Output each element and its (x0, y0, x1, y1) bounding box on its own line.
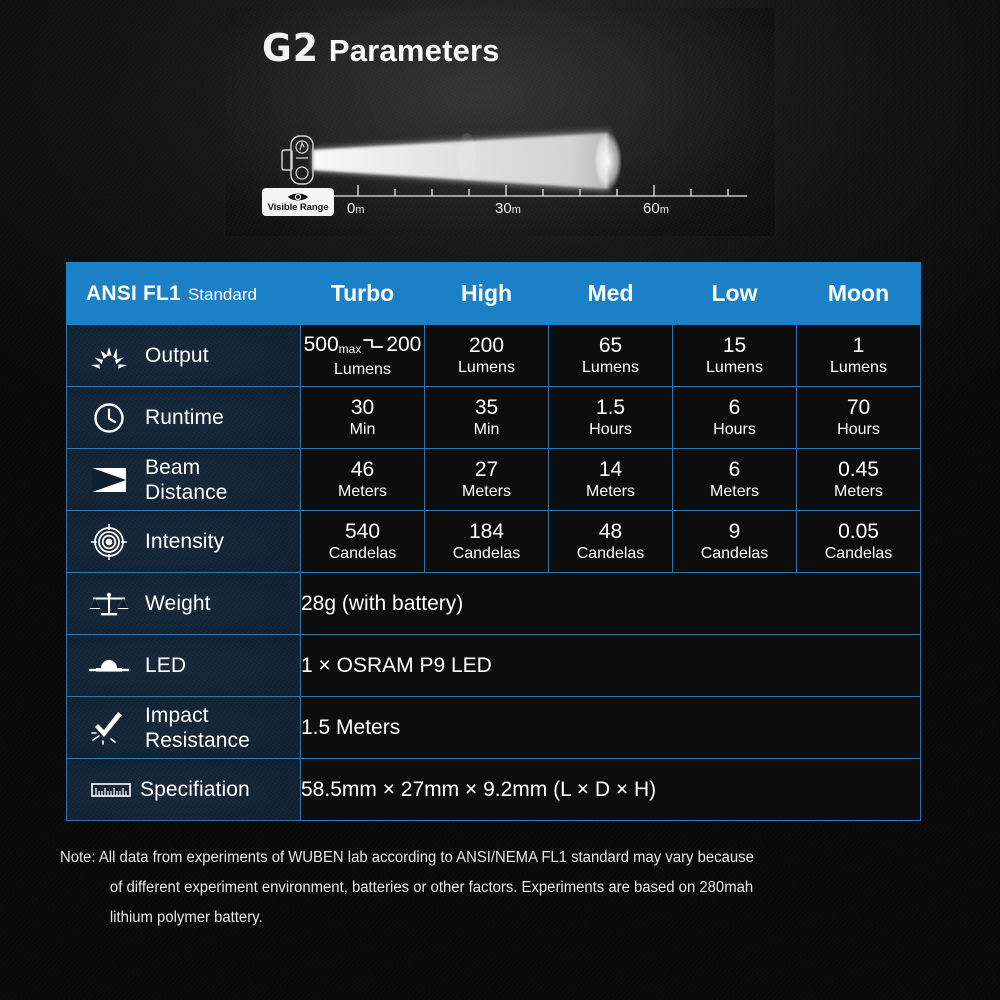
product-spec-page: G2 Parameters Visible Range 0m 30m 60m A… (0, 0, 1000, 1000)
cell-runtime-moon: 70 Hours (796, 386, 921, 449)
clock-icon (87, 400, 131, 436)
row-label-text-weight: Weight (145, 592, 211, 615)
table-row-weight: Weight 28g (with battery) (66, 572, 921, 635)
footnote: Note: All data from experiments of WUBEN… (60, 843, 905, 933)
footnote-line-2: of different experiment environment, bat… (109, 879, 754, 896)
sunburst-icon (87, 341, 131, 371)
cell-runtime-low: 6 Hours (672, 386, 797, 449)
table-row-intensity: Intensity 540 Candelas 184 Candelas 48 C… (66, 510, 921, 573)
flashlight-icon (281, 135, 314, 185)
led-icon (87, 653, 131, 679)
table-row-specification: Specifiation 58.5mm × 27mm × 9.2mm (L × … (66, 758, 921, 821)
page-title-label: Parameters (328, 33, 500, 68)
row-label-weight: Weight (66, 572, 301, 635)
footnote-line-1: Note: All data from experiments of WUBEN… (60, 849, 754, 866)
scale-icon (87, 588, 131, 620)
header-standard-label: Standard (187, 284, 257, 304)
eye-icon (287, 192, 309, 202)
cell-beam-distance-high: 27 Meters (424, 448, 549, 511)
row-label-specification: Specifiation (66, 758, 301, 821)
table-row-led: LED 1 × OSRAM P9 LED (66, 634, 921, 697)
beam-endcap (594, 132, 622, 190)
header-mode-low: Low (672, 262, 797, 325)
row-label-led: LED (66, 634, 301, 697)
cell-output-turbo: 500max 200 Lumens (300, 324, 425, 387)
row-label-text-led: LED (145, 654, 187, 677)
cell-output-moon: 1 Lumens (796, 324, 921, 387)
tick-label-30m: 30m (495, 200, 521, 217)
header-standard: ANSI FL1 Standard (66, 262, 301, 325)
target-icon (87, 523, 131, 561)
row-label-text-impact-resistance: Impact Resistance (145, 703, 250, 752)
cell-output-high: 200 Lumens (424, 324, 549, 387)
table-row-runtime: Runtime 30 Min 35 Min 1.5 Hours 6 Hours … (66, 386, 921, 449)
visible-range-label: Visible Range (267, 202, 329, 213)
row-label-text-output: Output (145, 344, 209, 367)
visible-range-chip: Visible Range (262, 188, 334, 216)
row-label-text-intensity: Intensity (145, 530, 225, 553)
cell-intensity-moon: 0.05 Candelas (796, 510, 921, 573)
ruler-icon (91, 780, 131, 800)
cell-weight-value: 28g (with battery) (300, 572, 921, 635)
cell-runtime-med: 1.5 Hours (548, 386, 673, 449)
step-down-icon (363, 332, 384, 357)
cell-beam-distance-low: 6 Meters (672, 448, 797, 511)
cell-beam-distance-moon: 0.45 Meters (796, 448, 921, 511)
cell-specification-value: 58.5mm × 27mm × 9.2mm (L × D × H) (300, 758, 921, 821)
cell-runtime-high: 35 Min (424, 386, 549, 449)
beam-distance-icon (87, 464, 131, 496)
cell-impact-resistance-value: 1.5 Meters (300, 696, 921, 759)
row-label-text-beam-distance: Beam Distance (145, 455, 228, 504)
specification-table: ANSI FL1 Standard Turbo High Med Low Moon (66, 262, 921, 821)
header-mode-med: Med (548, 262, 673, 325)
cell-beam-distance-med: 14 Meters (548, 448, 673, 511)
cell-intensity-high: 184 Candelas (424, 510, 549, 573)
table-row-impact-resistance: Impact Resistance 1.5 Meters (66, 696, 921, 759)
header-mode-moon: Moon (796, 262, 921, 325)
table-row-output: Output 500max 200 Lumens 200 Lumens 65 Lu… (66, 324, 921, 387)
cell-intensity-low: 9 Candelas (672, 510, 797, 573)
cell-led-value: 1 × OSRAM P9 LED (300, 634, 921, 697)
row-label-intensity: Intensity (66, 510, 301, 573)
header-mode-turbo: Turbo (300, 262, 425, 325)
row-label-text-runtime: Runtime (145, 406, 224, 429)
header-ansi-label: ANSI FL1 (86, 281, 181, 305)
table-row-beam-distance: Beam Distance 46 Meters 27 Meters 14 Mete… (66, 448, 921, 511)
page-title: G2 Parameters (262, 26, 500, 70)
footnote-line-3: lithium polymer battery. (109, 909, 263, 926)
row-label-impact-resistance: Impact Resistance (66, 696, 301, 759)
tick-label-60m: 60m (643, 200, 669, 217)
beam-hotspot (458, 133, 476, 181)
cell-intensity-med: 48 Candelas (548, 510, 673, 573)
model-name: G2 (262, 26, 320, 70)
row-label-beam-distance: Beam Distance (66, 448, 301, 511)
row-label-text-specification: Specifiation (140, 778, 250, 801)
row-label-output: Output (66, 324, 301, 387)
tick-label-0m: 0m (347, 200, 365, 217)
cell-output-med: 65 Lumens (548, 324, 673, 387)
header-mode-high: High (424, 262, 549, 325)
table-header-row: ANSI FL1 Standard Turbo High Med Low Moon (66, 262, 921, 325)
row-label-runtime: Runtime (66, 386, 301, 449)
cell-beam-distance-turbo: 46 Meters (300, 448, 425, 511)
cell-output-low: 15 Lumens (672, 324, 797, 387)
beam-diagram: Visible Range 0m 30m 60m (255, 112, 755, 230)
impact-icon (87, 711, 131, 745)
cell-intensity-turbo: 540 Candelas (300, 510, 425, 573)
cell-runtime-turbo: 30 Min (300, 386, 425, 449)
